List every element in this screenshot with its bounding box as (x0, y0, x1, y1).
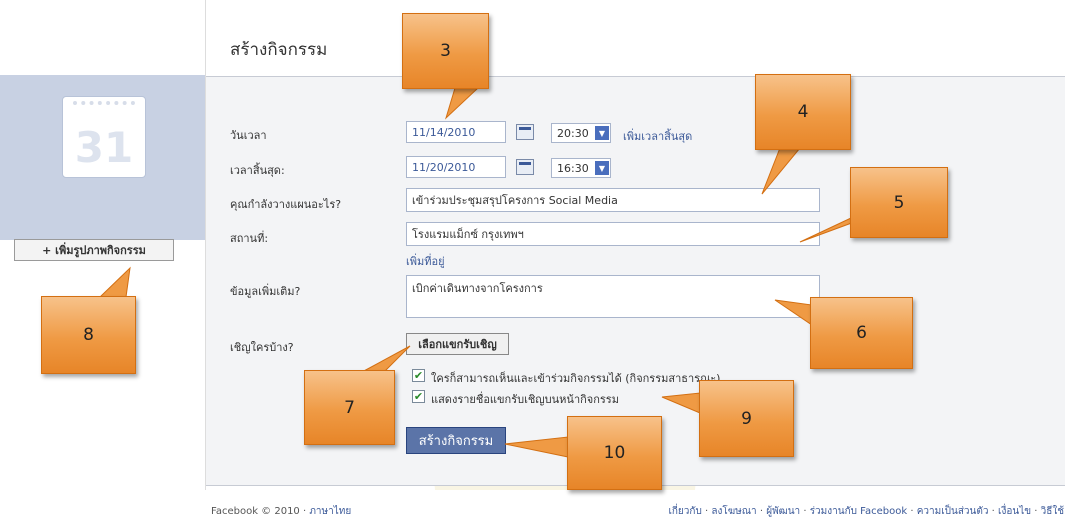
callout-3: 3 (402, 13, 489, 89)
callout-4: 4 (755, 74, 851, 150)
callout-10: 10 (567, 416, 662, 490)
callout-5: 5 (850, 167, 948, 238)
callout-7: 7 (304, 370, 395, 445)
callout-9: 9 (699, 380, 794, 457)
callout-6: 6 (810, 297, 913, 369)
callout-pointers (98, 87, 888, 458)
callout-8: 8 (41, 296, 136, 374)
